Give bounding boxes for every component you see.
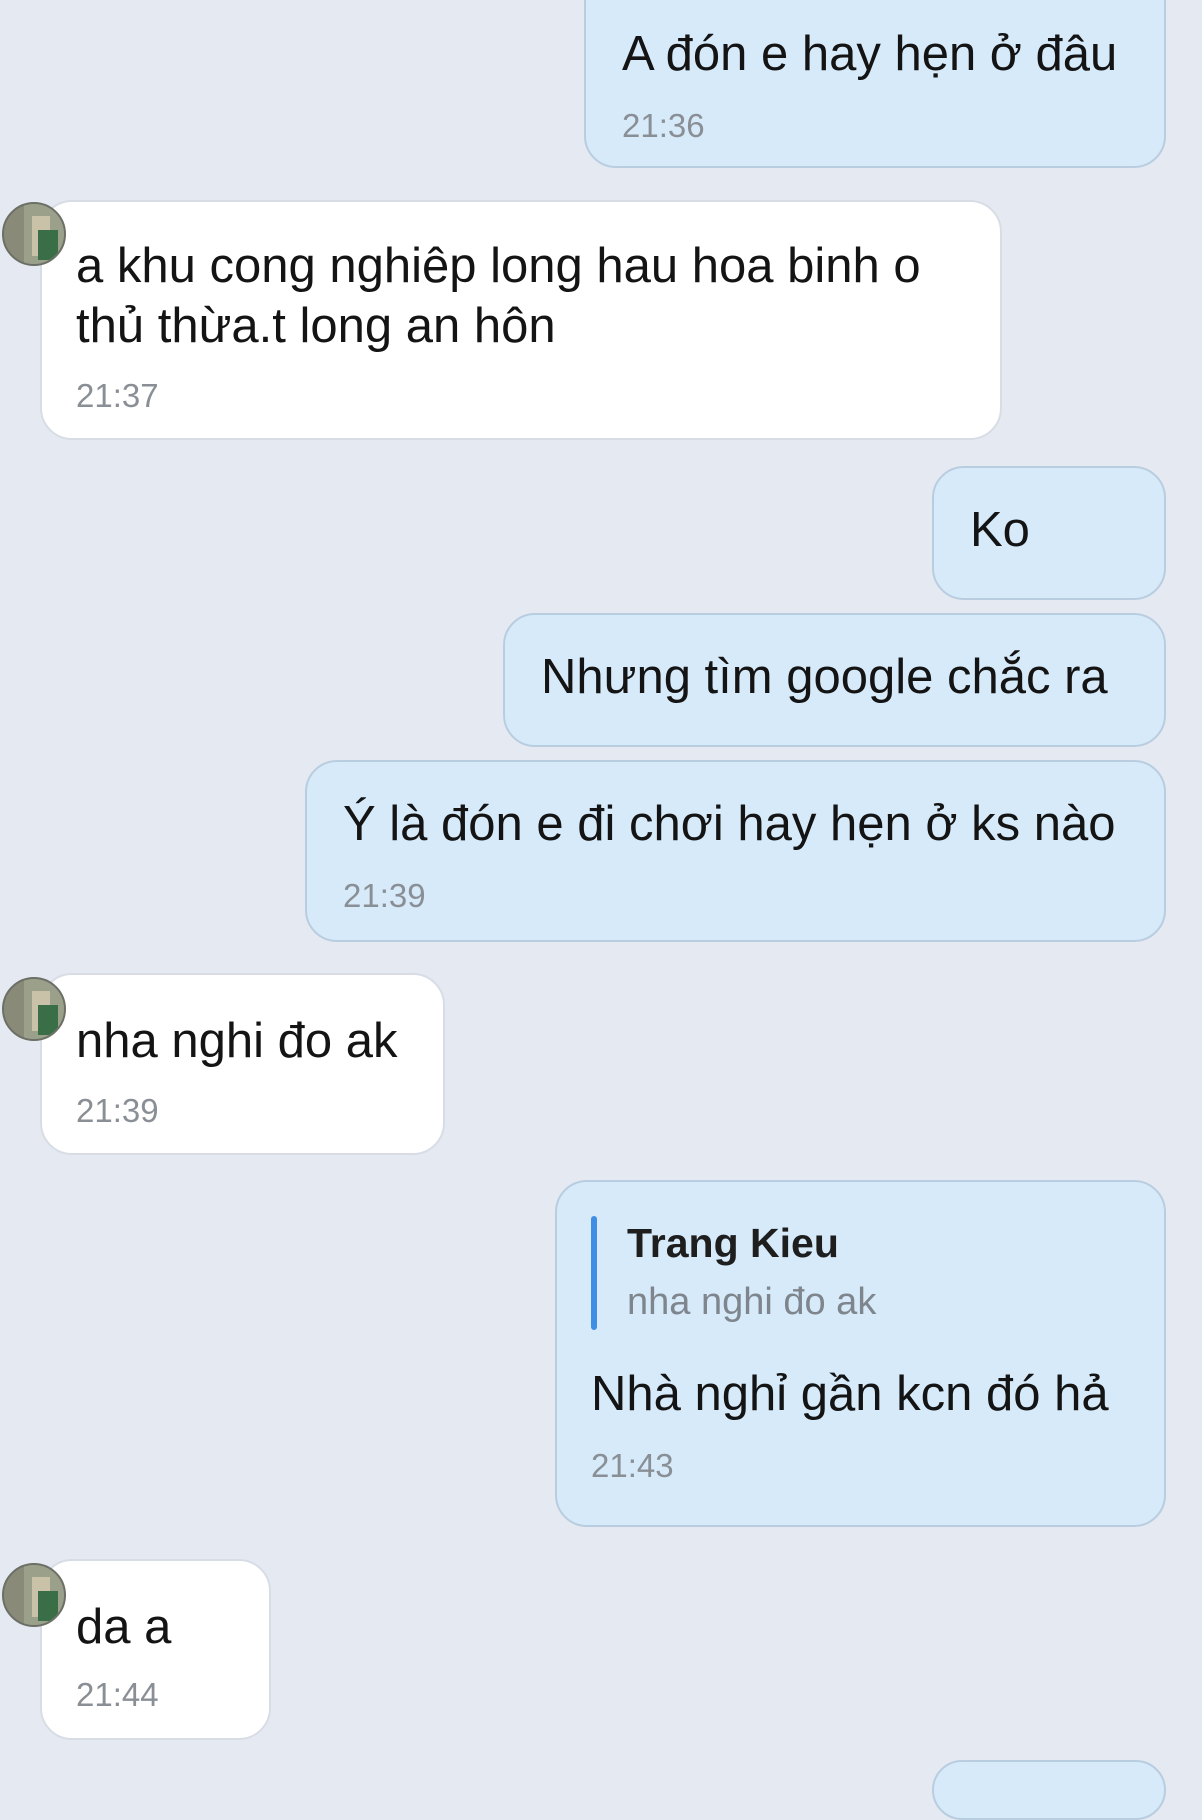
message-bubble-incoming[interactable]: da a 21:44 <box>2 1559 271 1740</box>
contact-avatar[interactable] <box>2 1563 66 1627</box>
message-text-line-2: thủ thừa.t long an hôn <box>76 299 556 353</box>
message-bubble-outgoing[interactable]: Ý là đón e đi chơi hay hẹn ở ks nào 21:3… <box>305 760 1166 942</box>
message-text: da a <box>76 1600 172 1654</box>
message-bubble-outgoing[interactable]: A đón e hay hẹn ở đâu 21:36 <box>584 0 1166 168</box>
message-bubble-outgoing-reply[interactable]: Trang Kieu nha nghi đo ak Nhà nghỉ gần k… <box>555 1180 1166 1527</box>
message-bubble-outgoing[interactable]: Ko <box>932 466 1166 600</box>
message-bubble-outgoing-partial[interactable] <box>932 1760 1166 1820</box>
reply-quote[interactable]: Trang Kieu nha nghi đo ak <box>557 1182 1164 1332</box>
message-timestamp: 21:37 <box>76 377 159 414</box>
message-text: Ko <box>970 503 1030 557</box>
message-timestamp: 21:39 <box>343 877 426 914</box>
message-timestamp: 21:39 <box>76 1092 159 1129</box>
quote-author: Trang Kieu <box>627 1220 839 1266</box>
message-text: Nhưng tìm google chắc ra <box>541 650 1108 704</box>
message-text: Ý là đón e đi chơi hay hẹn ở ks nào <box>343 797 1116 851</box>
message-timestamp: 21:36 <box>622 107 705 144</box>
message-bubble-incoming[interactable]: a khu cong nghiêp long hau hoa binh o th… <box>2 200 1002 440</box>
message-bubble-incoming[interactable]: nha nghi đo ak 21:39 <box>2 973 445 1155</box>
message-text: nha nghi đo ak <box>76 1014 398 1068</box>
message-text: A đón e hay hẹn ở đâu <box>622 27 1118 81</box>
quote-text: nha nghi đo ak <box>627 1281 877 1323</box>
quote-accent-bar <box>591 1216 597 1330</box>
message-timestamp: 21:44 <box>76 1676 159 1713</box>
message-text-line-1: a khu cong nghiêp long hau hoa binh o <box>76 239 921 293</box>
message-bubble-outgoing[interactable]: Nhưng tìm google chắc ra <box>503 613 1166 747</box>
contact-avatar[interactable] <box>2 977 66 1041</box>
message-timestamp: 21:43 <box>591 1447 674 1484</box>
message-text: Nhà nghỉ gần kcn đó hả <box>591 1367 1109 1421</box>
contact-avatar[interactable] <box>2 202 66 266</box>
